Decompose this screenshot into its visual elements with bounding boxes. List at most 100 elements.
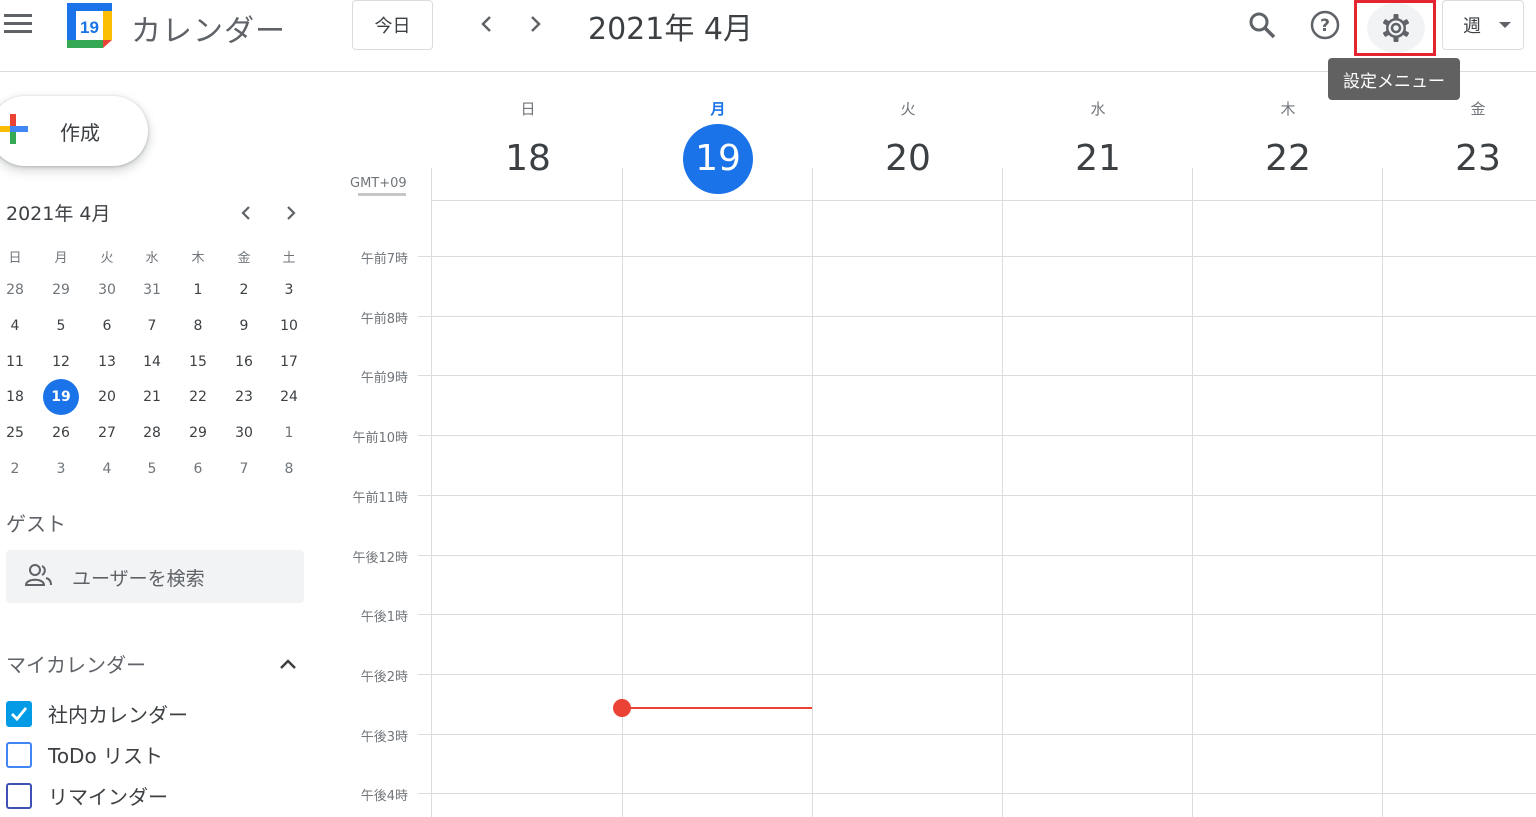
day-header[interactable]: 月 19	[623, 96, 813, 194]
mini-calendar-day[interactable]: 4	[89, 451, 125, 487]
hour-row-line	[418, 674, 1536, 675]
mini-calendar-day[interactable]: 10	[271, 308, 307, 344]
mini-calendar-day[interactable]: 29	[180, 415, 216, 451]
mini-calendar-day[interactable]: 13	[89, 344, 125, 380]
mini-calendar-day[interactable]: 27	[89, 415, 125, 451]
calendar-label: ToDo リスト	[48, 744, 164, 768]
mini-calendar-prev-button[interactable]	[234, 200, 258, 226]
mini-calendar-next-button[interactable]	[279, 200, 303, 226]
hour-row-line	[418, 495, 1536, 496]
day-header[interactable]: 水 21	[1003, 96, 1193, 194]
logo-day-text: 19	[80, 18, 99, 37]
mini-calendar-day[interactable]: 14	[134, 344, 170, 380]
main-menu-icon[interactable]	[4, 12, 34, 36]
collapse-my-calendars-button[interactable]	[274, 650, 302, 678]
plus-icon	[0, 114, 28, 144]
mini-calendar-day[interactable]: 21	[134, 379, 170, 415]
mini-calendar-day[interactable]: 1	[180, 272, 216, 308]
mini-calendar-day[interactable]: 15	[180, 344, 216, 380]
create-button[interactable]: 作成	[0, 96, 148, 166]
calendar-checkbox[interactable]	[6, 742, 32, 768]
hour-label: 午前9時	[360, 371, 408, 386]
mini-calendar-day[interactable]: 3	[43, 451, 79, 487]
hour-label: 午前7時	[360, 252, 408, 267]
settings-tooltip: 設定メニュー	[1328, 58, 1460, 100]
next-week-button[interactable]	[520, 8, 550, 40]
mini-calendar-day[interactable]: 6	[89, 308, 125, 344]
chevron-left-icon	[241, 206, 250, 220]
calendar-checkbox[interactable]	[6, 701, 32, 727]
mini-calendar-day[interactable]: 5	[43, 308, 79, 344]
partial-hour-label	[358, 193, 406, 196]
mini-calendar-weekday: 金	[237, 250, 251, 266]
day-header-date[interactable]: 22	[1253, 124, 1323, 194]
view-selector-label: 週	[1463, 16, 1481, 37]
people-icon	[24, 564, 52, 586]
hour-row-line	[418, 375, 1536, 376]
day-column-divider	[1192, 168, 1193, 817]
my-calendars-title[interactable]: マイカレンダー	[6, 649, 146, 678]
caret-down-icon	[1499, 22, 1511, 28]
day-header[interactable]: 火 20	[813, 96, 1003, 194]
day-header-date[interactable]: 21	[1063, 124, 1133, 194]
hour-label: 午前8時	[360, 312, 408, 327]
day-header-date[interactable]: 19	[683, 124, 753, 194]
settings-button[interactable]	[1367, 3, 1425, 53]
mini-calendar-day[interactable]: 1	[271, 415, 307, 451]
day-header-weekday: 水	[1090, 100, 1106, 118]
guest-search-input[interactable]: ユーザーを検索	[6, 550, 304, 603]
mini-calendar-day[interactable]: 28	[134, 415, 170, 451]
day-header[interactable]: 金 23	[1383, 96, 1536, 194]
help-button[interactable]: ?	[1305, 5, 1345, 45]
today-button[interactable]: 今日	[352, 0, 433, 50]
mini-calendar-day[interactable]: 7	[134, 308, 170, 344]
mini-calendar-day[interactable]: 25	[0, 415, 33, 451]
guest-search-placeholder: ユーザーを検索	[72, 568, 205, 590]
top-bar: 19 カレンダー 今日 2021年 4月 ? 週	[0, 0, 1536, 72]
mini-calendar-day[interactable]: 18	[0, 379, 33, 415]
help-icon: ?	[1310, 10, 1340, 40]
day-column-divider	[1382, 168, 1383, 817]
mini-calendar-day[interactable]: 7	[226, 451, 262, 487]
mini-calendar-day[interactable]: 11	[0, 344, 33, 380]
mini-calendar-day[interactable]: 31	[134, 272, 170, 308]
mini-calendar-day[interactable]: 2	[0, 451, 33, 487]
mini-calendar-day[interactable]: 4	[0, 308, 33, 344]
mini-calendar-day[interactable]: 2	[226, 272, 262, 308]
mini-calendar-day[interactable]: 20	[89, 379, 125, 415]
mini-calendar-day[interactable]: 29	[43, 272, 79, 308]
view-selector[interactable]: 週	[1442, 0, 1524, 50]
mini-calendar-day[interactable]: 8	[180, 308, 216, 344]
mini-calendar-day[interactable]: 26	[43, 415, 79, 451]
mini-calendar-day[interactable]: 8	[271, 451, 307, 487]
gear-icon	[1382, 14, 1410, 42]
mini-calendar-day[interactable]: 24	[271, 379, 307, 415]
search-button[interactable]	[1242, 5, 1282, 45]
mini-calendar-day[interactable]: 6	[180, 451, 216, 487]
mini-calendar-day[interactable]: 5	[134, 451, 170, 487]
hour-row-line	[418, 316, 1536, 317]
calendar-checkbox[interactable]	[6, 783, 32, 809]
mini-calendar-day[interactable]: 23	[226, 379, 262, 415]
mini-calendar-day[interactable]: 30	[226, 415, 262, 451]
mini-calendar-day[interactable]: 9	[226, 308, 262, 344]
calendar-logo-icon[interactable]: 19	[66, 2, 113, 49]
app-title: カレンダー	[131, 14, 286, 49]
mini-calendar-day[interactable]: 12	[43, 344, 79, 380]
mini-calendar-title: 2021年 4月	[6, 203, 111, 225]
mini-calendar-day[interactable]: 22	[180, 379, 216, 415]
mini-calendar-day[interactable]: 30	[89, 272, 125, 308]
mini-calendar-day[interactable]: 28	[0, 272, 33, 308]
mini-calendar-day[interactable]: 17	[271, 344, 307, 380]
day-header[interactable]: 木 22	[1193, 96, 1383, 194]
mini-calendar-day[interactable]: 16	[226, 344, 262, 380]
day-header-date[interactable]: 18	[493, 124, 563, 194]
calendar-label: リマインダー	[48, 785, 168, 809]
mini-calendar-day[interactable]: 19	[43, 379, 79, 416]
day-header-date[interactable]: 20	[873, 124, 943, 194]
mini-calendar-day[interactable]: 3	[271, 272, 307, 308]
day-column-divider	[431, 168, 432, 817]
day-header-date[interactable]: 23	[1443, 124, 1513, 194]
day-header[interactable]: 日 18	[433, 96, 623, 194]
previous-week-button[interactable]	[472, 8, 502, 40]
